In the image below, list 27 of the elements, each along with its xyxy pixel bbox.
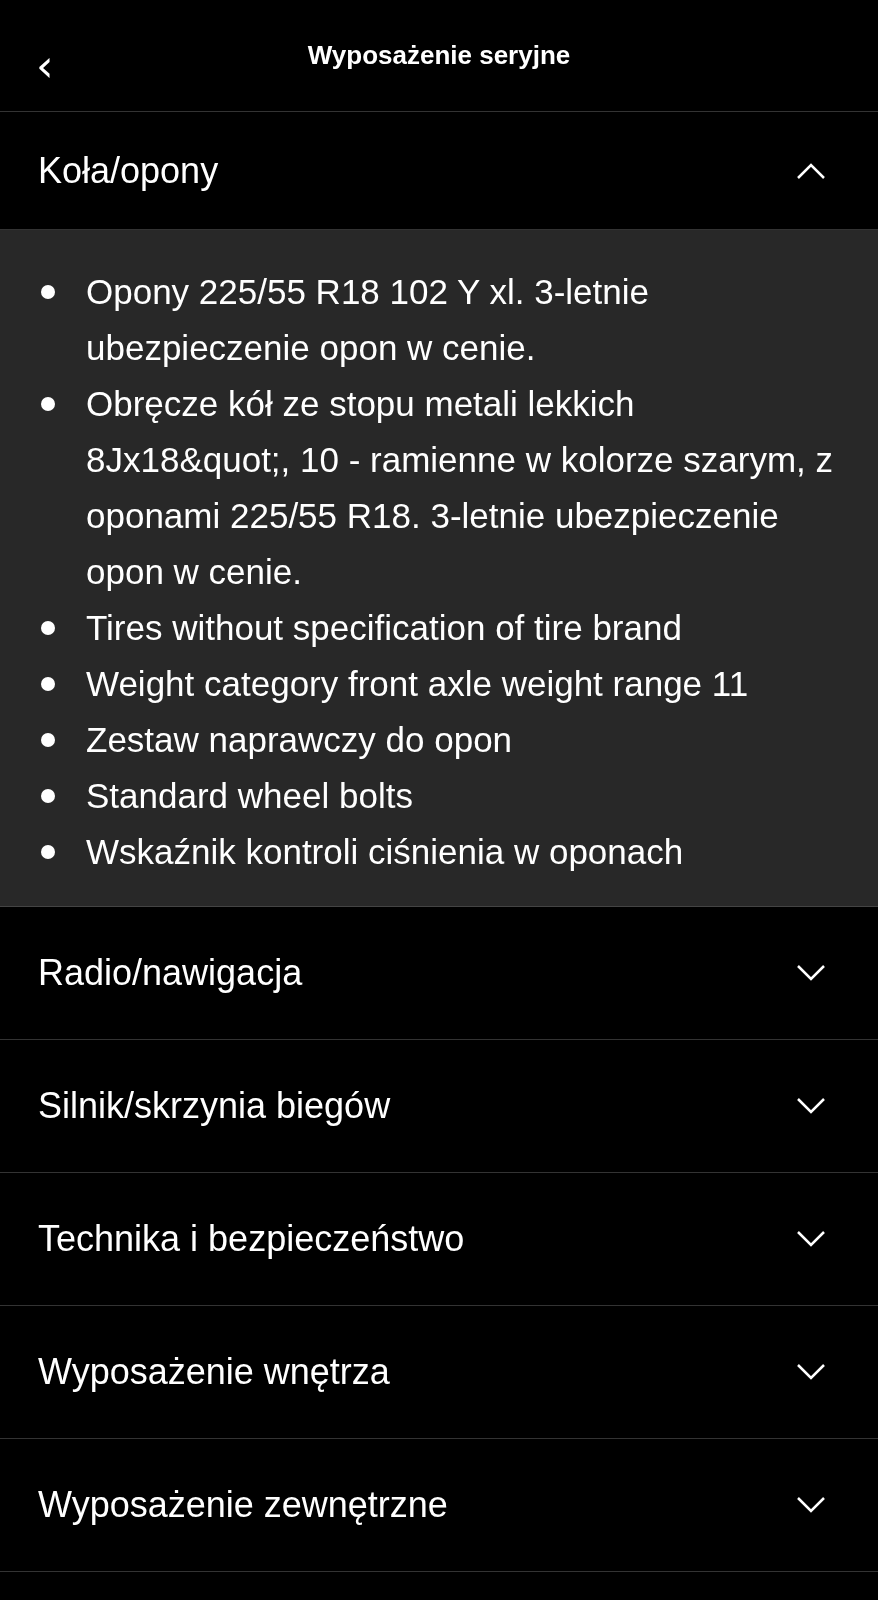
page-title: Wyposażenie seryjne xyxy=(307,40,571,71)
equipment-item: Standard wheel bolts xyxy=(86,775,413,817)
section-header[interactable]: Wyposażenie zewnętrzne xyxy=(0,1439,878,1572)
bullet-icon xyxy=(41,285,55,299)
bullet-icon xyxy=(41,733,55,747)
equipment-item: Tires without specification of tire brand xyxy=(86,607,682,649)
section-title: Wyposażenie wnętrza xyxy=(38,1351,390,1393)
section-title: Silnik/skrzynia biegów xyxy=(38,1085,391,1127)
back-button[interactable]: ‹ xyxy=(30,44,60,88)
section-title: Radio/nawigacja xyxy=(38,952,303,994)
equipment-item: Zestaw naprawczy do opon xyxy=(86,719,513,761)
bullet-icon xyxy=(41,845,55,859)
section-title: Koła/opony xyxy=(38,149,219,192)
section-title: Technika i bezpieczeństwo xyxy=(38,1218,465,1260)
bullet-icon xyxy=(41,677,55,691)
section-header[interactable]: Wyposażenie wnętrza xyxy=(0,1306,878,1439)
section-title: Wyposażenie zewnętrzne xyxy=(38,1484,448,1526)
equipment-item: Opony 225/55 R18 102 Y xl. 3-letnie ubezpieczenie opon w cenie. xyxy=(86,271,650,369)
section-header[interactable]: Radio/nawigacja xyxy=(0,907,878,1040)
equipment-item: Weight category front axle weight range 11 xyxy=(86,663,749,705)
equipment-item: Wskaźnik kontroli ciśnienia w oponach xyxy=(86,831,684,873)
section-header[interactable]: Technika i bezpieczeństwo xyxy=(0,1173,878,1306)
section-header[interactable]: Silnik/skrzynia biegów xyxy=(0,1040,878,1173)
equipment-item: Obręcze kół ze stopu metali lekkich 8Jx18&quot;, 10 - ramienne w kolorze szarym, z oponami 225/55 R18. 3-letnie ubezpieczenie opon w cenie. xyxy=(86,383,834,593)
bullet-icon xyxy=(41,621,55,635)
bullet-icon xyxy=(41,789,55,803)
bullet-icon xyxy=(41,397,55,411)
